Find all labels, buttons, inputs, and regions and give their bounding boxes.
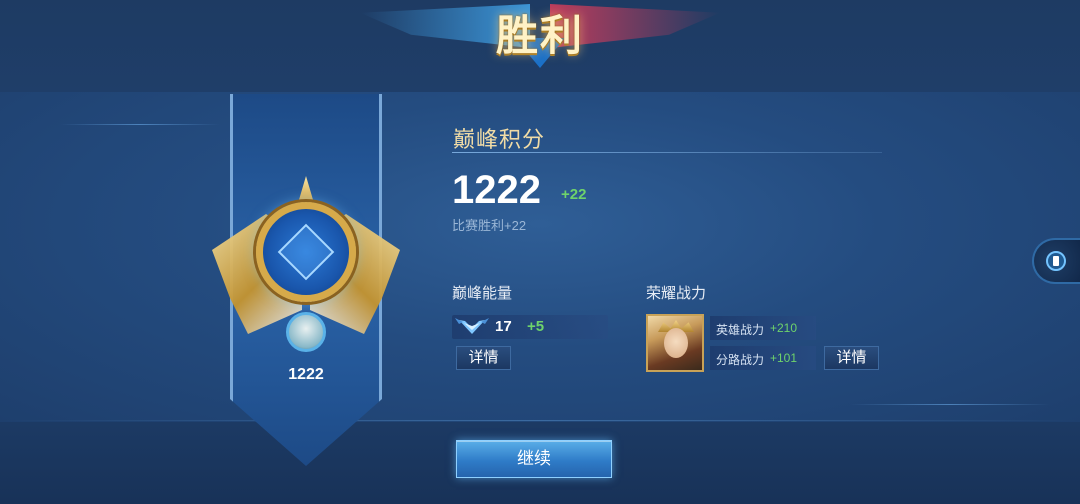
peak-score-title: 巅峰积分 bbox=[453, 127, 546, 152]
energy-label: 巅峰能量 bbox=[452, 285, 513, 302]
victory-banner: 胜利 bbox=[360, 0, 720, 70]
energy-value: 17 bbox=[495, 318, 512, 335]
player-avatar bbox=[286, 312, 326, 352]
decor-line bbox=[60, 124, 220, 125]
glory-power-label: 荣耀战力 bbox=[646, 285, 707, 302]
peak-score-note: 比赛胜利+22 bbox=[452, 218, 527, 233]
energy-wings-icon bbox=[455, 318, 489, 334]
peak-score-value: 1222 bbox=[452, 168, 541, 212]
lane-power-row: 分路战力 +101 bbox=[710, 346, 816, 370]
decor-divider bbox=[0, 420, 1080, 421]
hero-power-value: +210 bbox=[770, 321, 798, 335]
energy-detail-button[interactable]: 详情 bbox=[456, 346, 511, 370]
hero-power-label: 英雄战力 bbox=[716, 323, 765, 337]
hero-portrait[interactable] bbox=[646, 314, 704, 372]
victory-title: 胜利 bbox=[495, 12, 584, 59]
side-menu-button[interactable] bbox=[1032, 238, 1080, 284]
continue-button[interactable]: 继续 bbox=[456, 440, 612, 478]
hero-face bbox=[664, 328, 688, 358]
peak-divider bbox=[452, 152, 882, 153]
hero-power-row: 英雄战力 +210 bbox=[710, 316, 816, 340]
rank-medal-banner: 1222 bbox=[212, 94, 400, 474]
glory-detail-button[interactable]: 详情 bbox=[824, 346, 879, 370]
side-menu-icon bbox=[1046, 251, 1066, 271]
energy-delta: +5 bbox=[527, 318, 545, 335]
peak-score-delta: +22 bbox=[561, 186, 587, 203]
medal-score: 1222 bbox=[288, 366, 324, 383]
lane-power-label: 分路战力 bbox=[716, 353, 765, 367]
lane-power-value: +101 bbox=[770, 351, 798, 365]
decor-line bbox=[850, 404, 1050, 405]
